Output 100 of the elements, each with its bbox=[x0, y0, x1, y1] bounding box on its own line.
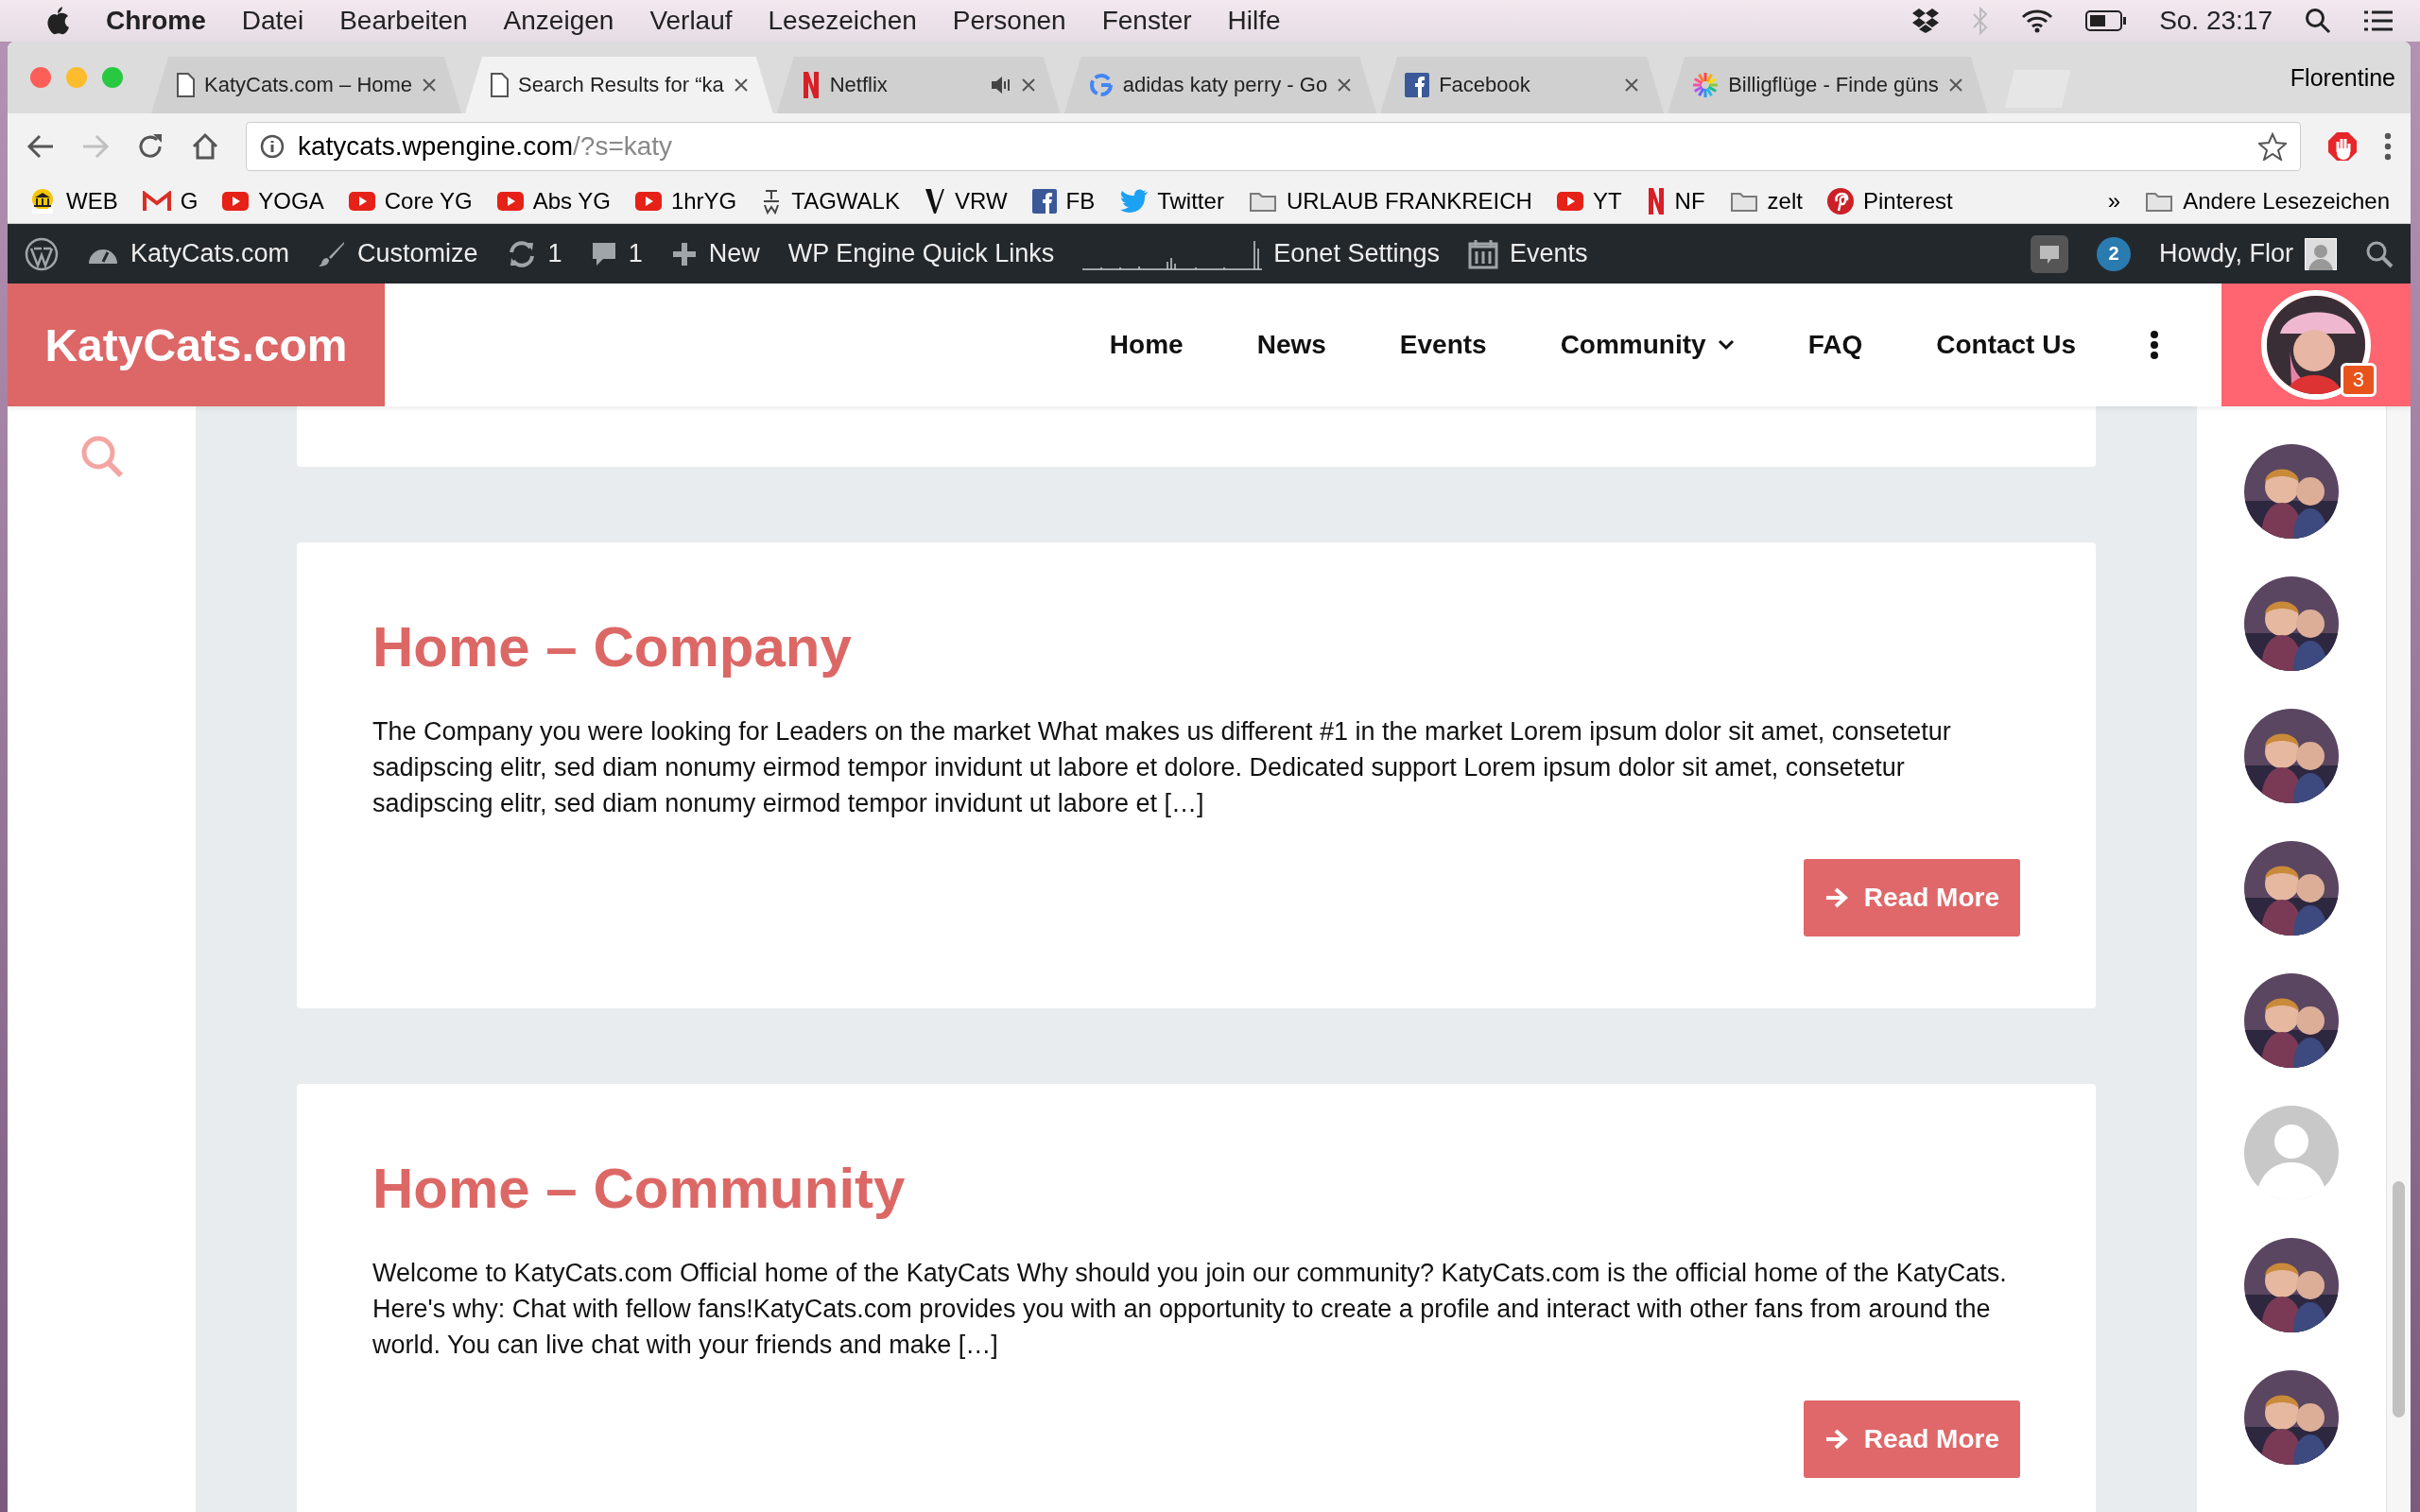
notification-badge[interactable]: 3 bbox=[2340, 363, 2377, 397]
nav-link[interactable]: Events bbox=[1399, 330, 1487, 360]
menu-item[interactable]: Bearbeiten bbox=[339, 6, 468, 36]
profile-name[interactable]: Florentine bbox=[2290, 63, 2395, 92]
folder-icon bbox=[2145, 190, 2174, 213]
v-icon bbox=[924, 188, 945, 215]
browser-tab[interactable]: adidas katy perry - Go bbox=[1063, 57, 1377, 113]
url-text: katycats.wpengine.com/?s=katy bbox=[298, 131, 673, 162]
more-icon[interactable] bbox=[2150, 331, 2159, 359]
menu-item[interactable]: Personen bbox=[952, 6, 1066, 36]
bookmark[interactable]: FB bbox=[1031, 188, 1096, 215]
address-bar[interactable]: katycats.wpengine.com/?s=katy bbox=[246, 122, 2301, 171]
bookmark[interactable]: zelt bbox=[1729, 188, 1803, 215]
close-icon[interactable] bbox=[1947, 77, 1963, 93]
arrow-icon bbox=[1824, 886, 1849, 909]
nav-link[interactable]: Contact Us bbox=[1936, 330, 2076, 360]
n-icon bbox=[1646, 188, 1666, 215]
plus-icon bbox=[670, 240, 698, 267]
menu-item[interactable]: Lesezeichen bbox=[768, 6, 917, 36]
account-menu[interactable]: Howdy, Flor bbox=[2158, 237, 2337, 270]
nav-link[interactable]: Community bbox=[1560, 330, 1735, 360]
info-icon[interactable] bbox=[260, 134, 285, 159]
folder-icon bbox=[1248, 190, 1277, 213]
browser-tab[interactable]: Search Results for “ka bbox=[465, 57, 773, 113]
video-play-icon bbox=[348, 192, 375, 211]
close-icon[interactable] bbox=[1624, 77, 1640, 93]
browser-tab[interactable]: Billigflüge - Finde güns bbox=[1668, 57, 1988, 113]
clock[interactable]: So. 23:17 bbox=[2159, 6, 2273, 36]
bookmark[interactable]: 1hrYG bbox=[634, 188, 737, 215]
arrow-icon bbox=[1824, 1428, 1849, 1451]
bookmark[interactable]: TAGWALK bbox=[761, 188, 900, 215]
speaker-icon[interactable] bbox=[990, 76, 1011, 94]
bookmark[interactable]: VRW bbox=[924, 188, 1008, 215]
box-icon[interactable] bbox=[1911, 8, 1941, 34]
nav-link[interactable]: Home bbox=[1109, 330, 1184, 360]
reload-icon[interactable] bbox=[136, 132, 164, 161]
close-icon[interactable] bbox=[422, 77, 438, 93]
browser-tab[interactable]: Facebook bbox=[1380, 57, 1665, 113]
wifi-icon[interactable] bbox=[2021, 9, 2054, 33]
menu-item[interactable]: Anzeigen bbox=[503, 6, 614, 36]
close-icon[interactable] bbox=[1337, 77, 1353, 93]
result-excerpt: The Company you were looking for Leaders on the market What makes us different #1 in the market Lorem ipsum dolor sit amet, consetetur sadipscing elitr, sed diam nonumy eirmod tempor invidunt ut labore et dolore. Dedicated support Lorem ipsum dolor sit amet, consetetur sadipscing elitr, sed diam nonumy eirmod tempor invidunt ut labore et […] bbox=[372, 716, 1952, 819]
notification-count[interactable]: 2 bbox=[2096, 236, 2131, 271]
menu-item[interactable]: Fenster bbox=[1101, 6, 1192, 36]
search-icon[interactable] bbox=[2305, 8, 2331, 34]
menu-item[interactable]: Verlauf bbox=[649, 6, 733, 36]
bookmark[interactable]: Abs YG bbox=[496, 188, 611, 215]
search-icon[interactable] bbox=[2365, 239, 2394, 268]
chat-icon[interactable] bbox=[2030, 234, 2068, 273]
video-play-icon bbox=[1556, 192, 1583, 211]
bookmark[interactable]: Twitter bbox=[1119, 188, 1224, 215]
admin-bar-item[interactable]: Events bbox=[1467, 238, 1588, 269]
avatar-icon bbox=[2305, 237, 2337, 270]
bookmark[interactable]: WEB bbox=[28, 188, 118, 215]
bookmark[interactable]: YT bbox=[1556, 188, 1622, 215]
admin-bar-item[interactable]: 1 bbox=[590, 239, 643, 268]
battery-icon[interactable] bbox=[2085, 9, 2128, 32]
apple-icon[interactable] bbox=[45, 7, 70, 35]
nav-link[interactable]: FAQ bbox=[1807, 330, 1863, 360]
bookmark[interactable]: NF bbox=[1646, 188, 1705, 215]
menu-item[interactable]: Datei bbox=[241, 6, 304, 36]
video-play-icon bbox=[496, 192, 524, 211]
home-icon[interactable] bbox=[191, 132, 219, 161]
admin-bar-item[interactable]: Eonet Settings bbox=[1082, 237, 1440, 270]
nav-link[interactable]: News bbox=[1256, 330, 1326, 360]
browser-tab[interactable]: KatyCats.com – Home bbox=[151, 57, 462, 113]
bird-icon bbox=[1119, 189, 1149, 214]
bookmark-folder[interactable]: Andere Lesezeichen bbox=[2145, 188, 2390, 215]
bookmark[interactable]: URLAUB FRANKREICH bbox=[1248, 188, 1532, 215]
more-icon[interactable] bbox=[2384, 132, 2392, 161]
bookmark[interactable]: Pinterest bbox=[1826, 188, 1953, 215]
star-icon[interactable] bbox=[2258, 132, 2287, 161]
sunburst-icon bbox=[1692, 72, 1720, 98]
bookmark[interactable]: Core YG bbox=[348, 188, 473, 215]
f-icon bbox=[1405, 73, 1430, 97]
close-icon[interactable] bbox=[733, 77, 749, 93]
admin-bar-item[interactable]: KatyCats.com bbox=[87, 239, 290, 268]
back-icon[interactable] bbox=[26, 134, 55, 159]
bookmark[interactable]: G bbox=[142, 188, 199, 215]
video-play-icon bbox=[222, 192, 250, 211]
admin-bar-item[interactable]: WP Engine Quick Links bbox=[787, 239, 1055, 268]
video-play-icon bbox=[634, 192, 662, 211]
menu-item[interactable]: Hilfe bbox=[1227, 6, 1281, 36]
scrollbar-thumb[interactable] bbox=[2393, 1181, 2405, 1418]
list-icon[interactable] bbox=[2363, 9, 2394, 32]
admin-bar-item[interactable]: New bbox=[670, 239, 760, 268]
stop-hand-icon[interactable] bbox=[2327, 131, 2358, 162]
calendar-icon bbox=[1467, 238, 1498, 269]
m-envelope-icon bbox=[142, 191, 171, 212]
bookmark[interactable]: YOGA bbox=[222, 188, 324, 215]
admin-bar-item[interactable]: 1 bbox=[506, 239, 562, 268]
admin-bar-item[interactable]: Customize bbox=[318, 239, 478, 268]
close-icon[interactable] bbox=[1020, 77, 1036, 93]
more-bookmarks-button[interactable]: » bbox=[2107, 188, 2121, 215]
n-icon bbox=[801, 72, 821, 98]
g-icon bbox=[1088, 73, 1114, 97]
page-icon bbox=[490, 73, 510, 97]
app-menu[interactable]: Chrome bbox=[106, 6, 206, 36]
wordpress-icon[interactable] bbox=[25, 236, 59, 271]
browser-tab[interactable]: Netflix bbox=[776, 57, 1061, 113]
